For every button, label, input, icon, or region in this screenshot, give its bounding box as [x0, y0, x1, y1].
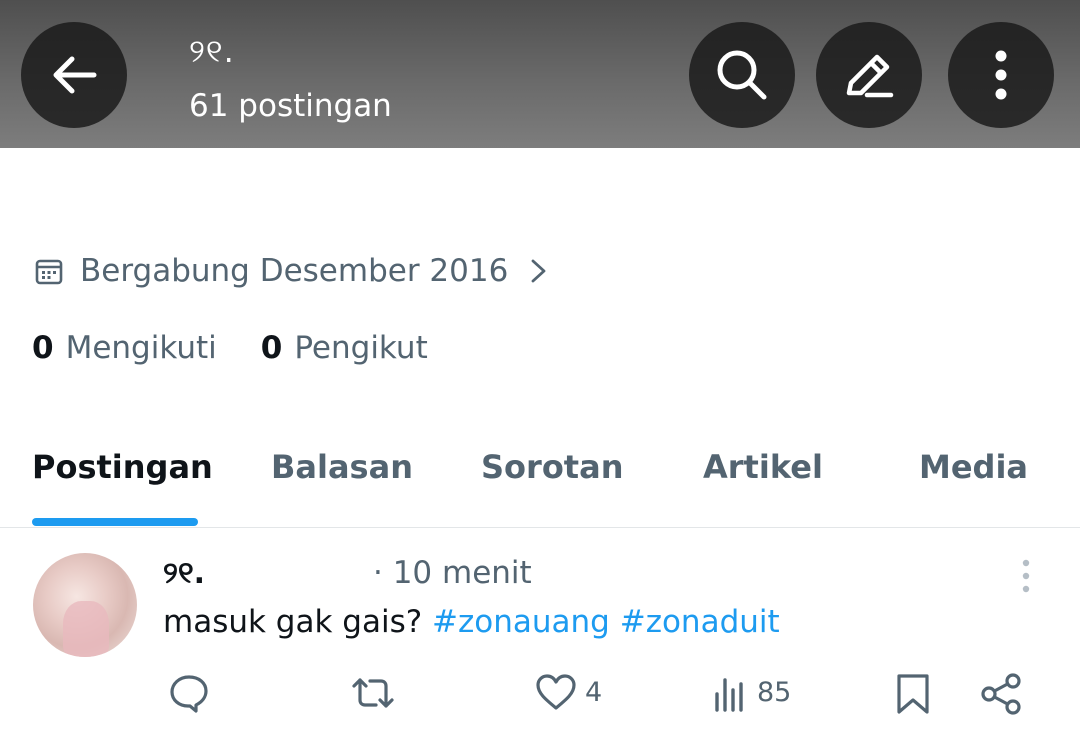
post-text: masuk gak gais? #zonauang #zonaduit: [163, 604, 780, 640]
tab-postingan[interactable]: Postingan: [32, 448, 213, 486]
arrow-left-icon: [53, 56, 97, 94]
active-tab-indicator: [32, 518, 198, 526]
views-count: 85: [757, 676, 792, 708]
hashtag-link[interactable]: #zonaduit: [620, 604, 780, 640]
following-link[interactable]: 0 Mengikuti: [32, 330, 217, 366]
share-button[interactable]: [980, 672, 1024, 716]
bookmark-icon: [897, 674, 929, 714]
reply-button[interactable]: [168, 672, 210, 714]
profile-name: ୨୧.: [189, 32, 235, 70]
like-button[interactable]: 4: [535, 672, 602, 712]
post-item[interactable]: ୨୧. · 10 menit masuk gak gais? #zonauang…: [0, 528, 1080, 739]
bookmark-button[interactable]: [893, 672, 933, 716]
heart-icon: [536, 674, 576, 710]
views-button[interactable]: 85: [713, 672, 791, 712]
reply-icon: [170, 675, 208, 713]
like-count: 4: [585, 676, 603, 708]
share-icon: [981, 673, 1021, 715]
following-count: 0: [32, 330, 54, 366]
more-vertical-icon[interactable]: [1016, 558, 1036, 594]
joined-label: Bergabung Desember 2016: [80, 253, 509, 289]
post-count: 61 postingan: [189, 88, 392, 124]
post-time[interactable]: · 10 menit: [373, 555, 532, 591]
chevron-right-icon: [531, 259, 546, 283]
followers-label: Pengikut: [294, 330, 428, 366]
follow-stats: 0 Mengikuti 0 Pengikut: [32, 330, 472, 366]
post-actions: 4 85: [0, 668, 1080, 724]
repost-button[interactable]: [350, 672, 396, 714]
tab-balasan[interactable]: Balasan: [271, 448, 413, 486]
hashtag-link[interactable]: #zonauang: [432, 604, 610, 640]
analytics-icon: [715, 678, 743, 712]
post-body: masuk gak gais?: [163, 604, 433, 640]
followers-count: 0: [260, 330, 283, 366]
followers-link[interactable]: 0 Pengikut: [261, 330, 428, 366]
profile-header: ୨୧. 61 postingan: [0, 0, 1080, 148]
tab-artikel[interactable]: Artikel: [703, 448, 823, 486]
more-button[interactable]: [948, 22, 1054, 128]
post-author[interactable]: ୨୧.: [163, 556, 205, 591]
profile-tabs: Postingan Balasan Sorotan Artikel Media: [0, 440, 1080, 528]
more-vertical-icon: [995, 50, 1007, 100]
avatar[interactable]: [33, 553, 137, 657]
joined-date-row[interactable]: Bergabung Desember 2016: [34, 253, 550, 289]
compose-button[interactable]: [816, 22, 922, 128]
tab-media[interactable]: Media: [919, 448, 1028, 486]
pencil-icon: [846, 54, 894, 98]
calendar-icon: [35, 259, 63, 285]
repost-icon: [352, 678, 394, 708]
back-button[interactable]: [21, 22, 127, 128]
tab-sorotan[interactable]: Sorotan: [481, 448, 623, 486]
search-icon: [717, 50, 767, 100]
following-label: Mengikuti: [65, 330, 217, 366]
search-button[interactable]: [689, 22, 795, 128]
